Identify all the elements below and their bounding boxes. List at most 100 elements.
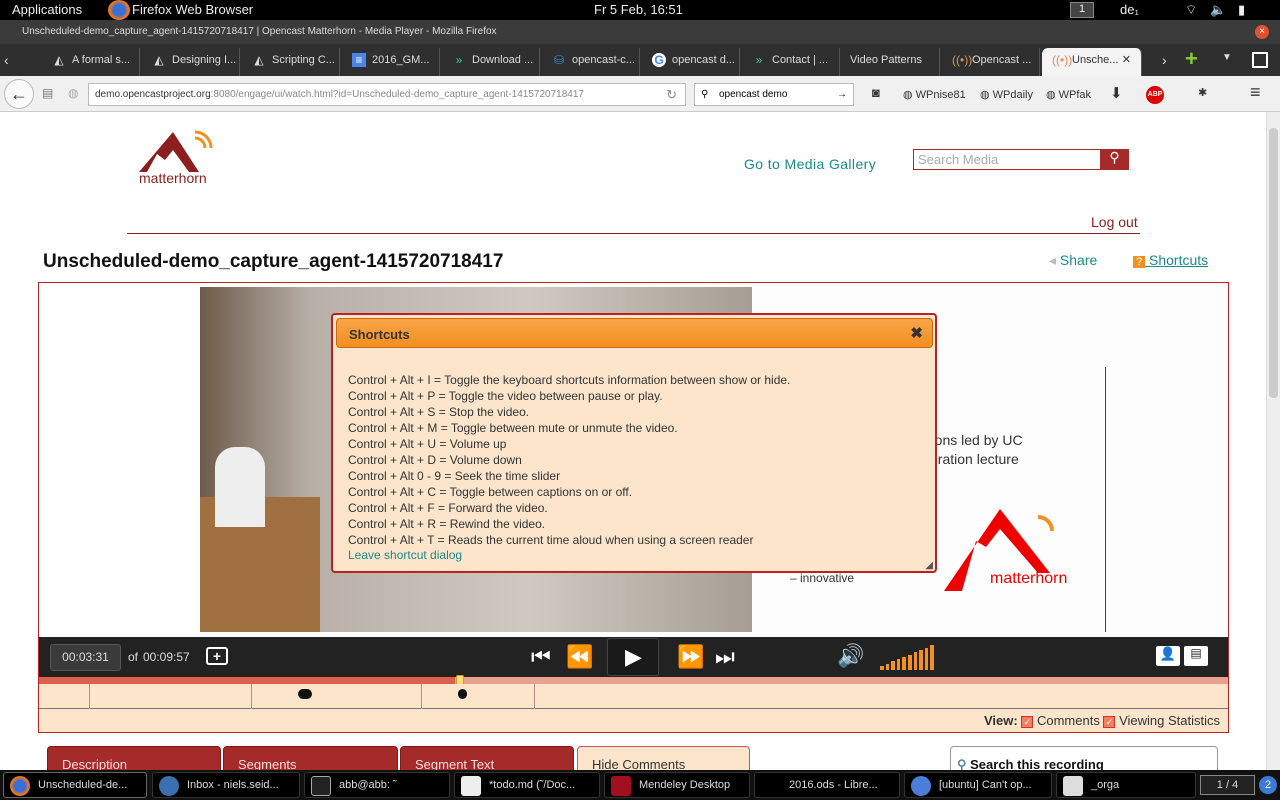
- close-tab-icon[interactable]: ✕: [1122, 48, 1131, 72]
- extension-icon[interactable]: ✱: [1198, 86, 1207, 99]
- logout-link[interactable]: Log out: [1091, 214, 1138, 230]
- pocket-icon[interactable]: ◙: [872, 85, 880, 100]
- browser-search-input[interactable]: ⚲ opencast demo →: [694, 83, 854, 106]
- tab[interactable]: ◭ A formal s...: [42, 48, 140, 76]
- tab[interactable]: » Contact | ...: [742, 48, 840, 76]
- clock[interactable]: Fr 5 Feb, 16:51: [594, 2, 683, 17]
- task-chromium[interactable]: [ubuntu] Can't op...: [904, 772, 1052, 798]
- keyboard-layout[interactable]: de₁: [1120, 2, 1139, 17]
- tab[interactable]: Gopencast d...: [642, 48, 740, 76]
- volume-bar[interactable]: [930, 645, 934, 670]
- next-icon[interactable]: ⏭: [715, 646, 735, 668]
- shortcut-line: Control + Alt + F = Forward the video.: [348, 501, 548, 515]
- tab[interactable]: ◭ Scripting C...: [242, 48, 340, 76]
- tab[interactable]: ≡ 2016_GM...: [342, 48, 440, 76]
- workspace-pager[interactable]: 1 / 4: [1200, 775, 1255, 795]
- volume-slider[interactable]: [880, 644, 936, 670]
- bookmark-wpdaily[interactable]: ◍ WPdaily: [980, 88, 1033, 101]
- volume-icon[interactable]: 🔊: [837, 645, 864, 667]
- dialog-close-icon[interactable]: ✖: [910, 324, 923, 342]
- task-firefox[interactable]: Unscheduled-de...: [3, 772, 147, 798]
- tab[interactable]: ◭ Designing I...: [142, 48, 240, 76]
- comments-checkbox[interactable]: ✓: [1021, 716, 1034, 728]
- scroll-tabs-right-icon[interactable]: ›: [1162, 52, 1167, 68]
- tab-groups-icon[interactable]: [1252, 52, 1268, 68]
- tab-segments[interactable]: Segments: [223, 746, 398, 770]
- bookmark-wpnise81[interactable]: ◍ WPnise81: [903, 88, 966, 101]
- shortcuts-button[interactable]: ? Shortcuts: [1133, 252, 1208, 268]
- globe-icon[interactable]: ◍: [68, 86, 78, 100]
- comment-marker[interactable]: [298, 689, 312, 699]
- add-comment-icon[interactable]: +: [206, 647, 228, 665]
- tab-segment-text[interactable]: Segment Text: [400, 746, 574, 770]
- url-bar[interactable]: demo.opencastproject.org:8080/engage/ui/…: [88, 83, 686, 106]
- comment-marker[interactable]: [458, 689, 467, 699]
- adblock-icon[interactable]: ABP: [1146, 86, 1164, 104]
- fast-forward-icon[interactable]: ⏩: [677, 646, 704, 668]
- bookmark-wpfak[interactable]: ◍ WPfak: [1046, 88, 1091, 101]
- leave-dialog-link[interactable]: Leave shortcut dialog: [348, 548, 462, 562]
- terminal-icon: [311, 776, 331, 796]
- volume-icon[interactable]: 🔈: [1210, 2, 1226, 18]
- volume-bar[interactable]: [896, 659, 901, 670]
- layout-presenter-icon[interactable]: 👤: [1156, 646, 1180, 666]
- wifi-icon[interactable]: ⌔: [1185, 2, 1197, 18]
- segments-timeline[interactable]: [39, 684, 1228, 709]
- tab-list-icon[interactable]: ▼: [1222, 52, 1232, 63]
- task-libreoffice[interactable]: 2016.ods - Libre...: [754, 772, 900, 798]
- previous-icon[interactable]: ⏮: [531, 646, 551, 668]
- volume-bar[interactable]: [924, 647, 929, 670]
- current-time-input[interactable]: 00:03:31: [50, 644, 121, 671]
- task-mendeley[interactable]: Mendeley Desktop: [604, 772, 750, 798]
- media-gallery-link[interactable]: Go to Media Gallery: [744, 156, 876, 172]
- applications-menu[interactable]: Applications: [12, 2, 82, 17]
- tab-description[interactable]: Description: [47, 746, 221, 770]
- task-editor[interactable]: *todo.md (˜/Doc...: [454, 772, 600, 798]
- task-thunderbird[interactable]: Inbox - niels.seid...: [152, 772, 300, 798]
- tab[interactable]: ⛁ opencast-c...: [542, 48, 640, 76]
- resize-handle-icon[interactable]: ◢: [925, 560, 933, 571]
- tab-hide-comments[interactable]: Hide Comments: [577, 746, 750, 770]
- play-button[interactable]: ▶: [607, 638, 659, 676]
- workspace-indicator[interactable]: 1: [1070, 2, 1094, 18]
- segment-divider: [89, 684, 90, 709]
- tab[interactable]: ((•)) Opencast ...: [942, 48, 1040, 76]
- volume-bar[interactable]: [891, 661, 895, 670]
- tab[interactable]: Video Patterns: [842, 48, 940, 76]
- back-button[interactable]: ←: [4, 79, 34, 109]
- menu-icon[interactable]: ≡: [1250, 82, 1261, 103]
- download-icon[interactable]: ⬇: [1110, 84, 1123, 102]
- media-search-input[interactable]: Search Media: [913, 149, 1101, 170]
- viewing-stats-label[interactable]: Viewing Statistics: [1119, 713, 1220, 728]
- volume-bar[interactable]: [902, 656, 906, 670]
- volume-bar[interactable]: [913, 652, 918, 670]
- volume-bar[interactable]: [885, 663, 890, 670]
- media-search-button[interactable]: ⚲: [1100, 149, 1129, 170]
- task-terminal[interactable]: abb@abb: ˜: [304, 772, 450, 798]
- page-info-icon[interactable]: ▤: [42, 86, 53, 100]
- volume-bar[interactable]: [919, 649, 923, 670]
- go-icon[interactable]: →: [837, 84, 847, 105]
- viewing-stats-checkbox[interactable]: ✓: [1103, 716, 1116, 728]
- page-scrollbar[interactable]: [1266, 112, 1280, 770]
- volume-bar[interactable]: [880, 666, 884, 670]
- reload-icon[interactable]: ↻: [666, 84, 677, 105]
- bookmark-label: WPfak: [1058, 89, 1092, 101]
- tab[interactable]: » Download ...: [442, 48, 540, 76]
- task-files[interactable]: _orga: [1056, 772, 1196, 798]
- new-tab-icon[interactable]: +: [1185, 46, 1198, 72]
- firefox-menu[interactable]: Firefox Web Browser: [132, 2, 253, 17]
- close-window-button[interactable]: ×: [1255, 25, 1269, 39]
- comments-label[interactable]: Comments: [1037, 713, 1100, 728]
- layout-slides-icon[interactable]: ▤: [1184, 646, 1208, 666]
- tab-active[interactable]: ((•)) Unsche... ✕: [1042, 48, 1142, 76]
- volume-bar[interactable]: [908, 654, 912, 670]
- notification-badge[interactable]: 2: [1259, 776, 1277, 794]
- share-button[interactable]: ◂ Share: [1049, 252, 1097, 269]
- battery-icon[interactable]: ▮: [1238, 2, 1245, 18]
- progress-bar[interactable]: [39, 677, 1228, 684]
- scrollbar-thumb[interactable]: [1269, 128, 1278, 398]
- matterhorn-logo[interactable]: matterhorn: [137, 128, 219, 188]
- rewind-icon[interactable]: ⏪: [566, 646, 593, 668]
- scroll-tabs-left-icon[interactable]: ‹: [4, 52, 9, 68]
